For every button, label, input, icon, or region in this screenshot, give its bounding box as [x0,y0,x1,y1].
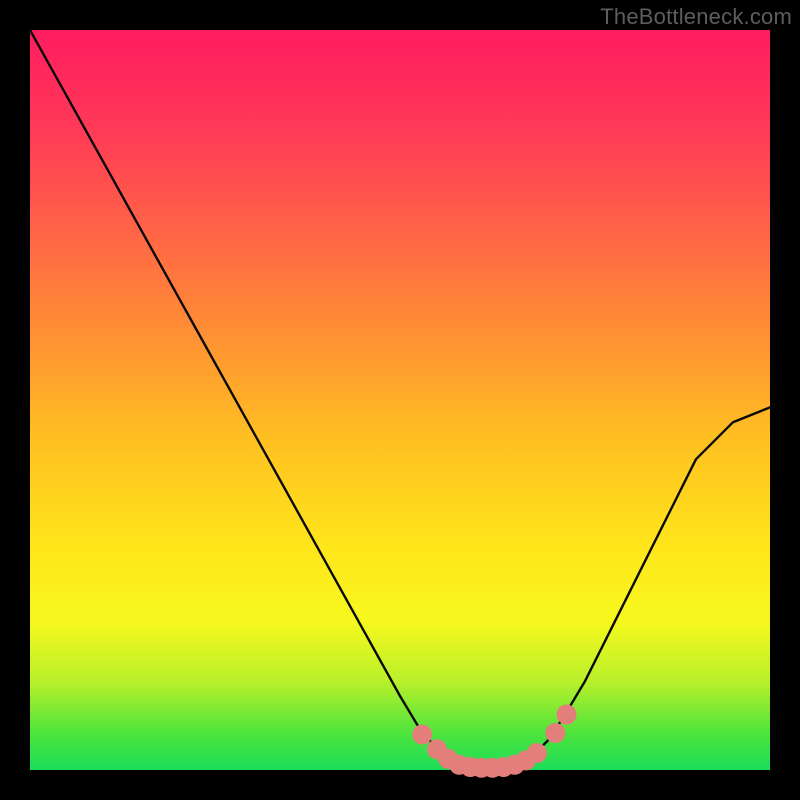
curve-canvas [30,30,770,770]
curve-marker [412,725,432,745]
watermark-text: TheBottleneck.com [600,4,792,30]
curve-marker [545,723,565,743]
curve-marker [557,705,577,725]
chart-frame: TheBottleneck.com [0,0,800,800]
bottleneck-curve [30,30,770,768]
curve-marker [527,743,547,763]
